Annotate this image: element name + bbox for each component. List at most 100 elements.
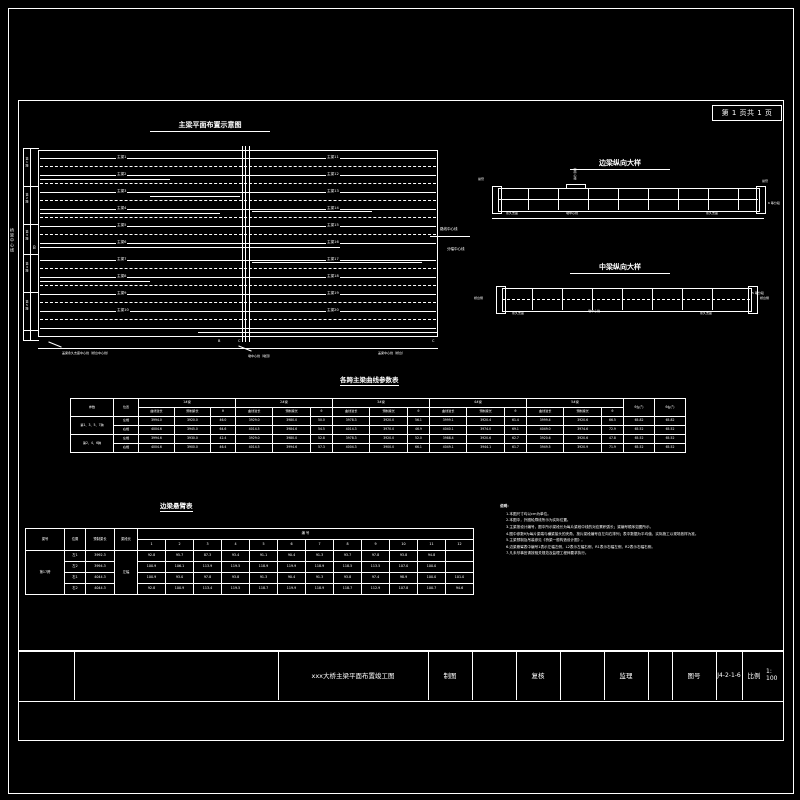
cell-value: 52.8: [309, 434, 334, 444]
cell-value: 93.8: [333, 572, 362, 584]
cell-value: 61.7: [503, 443, 528, 453]
th-beam-group: 5#梁: [526, 398, 624, 408]
cell-precast-length: 3994.3: [85, 561, 115, 573]
plan-bottom-right-label: 盖梁中心线（桥台）: [378, 351, 406, 355]
plan-beam-label: 主梁15: [326, 223, 340, 228]
cell-value: 3920.9: [563, 443, 602, 453]
table-header-row: 梁号 位置 预制梁长 梁段长 编 号: [25, 528, 474, 551]
note-item: 7.凡未尽事宜请按相关规范及监理工程师要求执行。: [506, 551, 589, 556]
th-sub: 曲线弦长: [138, 407, 175, 417]
side-beam-right-bearing: 永久支座: [706, 211, 719, 215]
cell-value: 118.7: [249, 583, 278, 595]
cell-value: 90.4: [277, 572, 306, 584]
check-value: [560, 650, 604, 700]
th-sub: 曲线弦长: [428, 407, 468, 417]
plan-beam-label: 主梁4: [116, 206, 128, 211]
mid-beam-dim-label: 5 等分段: [752, 291, 764, 295]
cell-value: 3980.0: [272, 434, 311, 444]
cell-value: 3920.6: [563, 434, 602, 444]
plan-span-label: 第3跨: [25, 230, 29, 240]
note-item: 3.主梁按设计编号，图中所示梁段长为每片梁段中线的对应累积弧长；梁编号顺序如图所…: [506, 524, 654, 529]
th-sub: 预制梁长: [369, 407, 408, 417]
cell-value: 66.1: [406, 443, 431, 453]
th-beam-group: 4#梁: [429, 398, 527, 408]
plan-mark-b: B: [33, 245, 36, 250]
th-beam-group: 1#梁: [138, 398, 236, 408]
mid-beam-left-label: 桥台侧: [474, 296, 484, 300]
cell-value: 3900.0: [369, 443, 408, 453]
drawn-value: [472, 650, 516, 700]
cell-value: 3945.0: [173, 425, 211, 435]
plan-beam-label: 主梁6: [116, 240, 128, 245]
side-beam-left-bearing: 永久支座: [506, 211, 519, 215]
cell-value: 3929.0: [234, 416, 274, 426]
cell-value: 3999.1: [428, 416, 468, 426]
side-beam-mid-label: 墩中心线: [573, 168, 577, 180]
plan-beam-label: 主梁9: [116, 291, 128, 296]
cell-value: 95.7: [165, 550, 194, 562]
cell-position: 左幅: [113, 416, 139, 426]
cell-value: 3930.0: [173, 434, 211, 444]
cell-value: 3980.0: [272, 416, 311, 426]
th-col-number: 7: [305, 539, 334, 551]
cell-value: 93.7: [333, 550, 362, 562]
curve-parameter-table: 参数 位置 1#梁 2#梁 3#梁 4#梁 5#梁 θ左(°) θ右(°) 曲线…: [70, 398, 686, 453]
table-row: 第17跨 左1 3992.3 左幅 92.8 95.7 87.3 93.4 91.1 90.4 91…: [25, 550, 474, 595]
plan-beam-label: 主梁13: [326, 189, 340, 194]
cell-value: 3999.4: [525, 416, 565, 426]
cell-value: 61.4: [503, 416, 528, 426]
plan-beam-label: 主梁1: [116, 155, 128, 160]
cell-value: 3920.6: [563, 416, 602, 426]
th-beam-group: 2#梁: [235, 398, 333, 408]
th-col-number: 3: [193, 539, 222, 551]
plan-beam-label: 主梁18: [326, 274, 340, 279]
cell-value: 100.7: [417, 583, 446, 595]
cell-value: 3978.3: [331, 416, 371, 426]
cell-value: [445, 561, 474, 573]
cell-precast-length: 3992.3: [85, 550, 115, 562]
cell-value: 100.0: [417, 572, 446, 584]
drawn-label: 制图: [443, 672, 457, 680]
plan-mark-b2: B: [218, 339, 221, 343]
cell-value: 66.5: [600, 416, 625, 426]
cell-span-label: 第1、3、5、7跨: [70, 416, 114, 435]
bottom-band: [18, 700, 784, 741]
th-param: 参数: [70, 398, 114, 417]
mid-beam-body: [502, 288, 752, 312]
table-header-row: 参数 位置 1#梁 2#梁 3#梁 4#梁 5#梁 θ左(°) θ右(°): [70, 398, 686, 417]
plan-beam-label: 主梁17: [326, 257, 340, 262]
cantilever-table: 梁号 位置 预制梁长 梁段长 编 号 1 2 3 4 5 6 7 8 9 10 11 12 第17跨左…: [25, 528, 474, 595]
plan-span-label: 第2跨: [25, 193, 29, 203]
cell-theta: 65.82: [654, 416, 686, 426]
cell-value: 90.4: [277, 550, 306, 562]
side-beam-dim-label: 6 等分段: [768, 201, 780, 205]
note-item: 5.主梁预制及吊装参见《桥梁一般构造设计图》。: [506, 538, 585, 543]
th-col-number: 12: [445, 539, 474, 551]
side-beam-right-end-label: 悬臂: [762, 179, 769, 183]
cell-span-label: 第2、4、6跨: [70, 434, 114, 453]
plan-bottom-mid-label: 墩中心线（墩顶）: [248, 354, 273, 358]
table-row: 右1 4044.3 100.9 93.0 97.8 93.8 91.3 90.4 91.3 93.…: [26, 572, 474, 584]
plan-beam-label: 主梁19: [326, 291, 340, 296]
cell-value: 107.0: [389, 561, 418, 573]
cell-value: 4014.5: [234, 443, 274, 453]
th-col-number: 8: [333, 539, 362, 551]
cell-segment-length: 左幅: [114, 550, 138, 595]
cell-value: 3949.5: [525, 443, 565, 453]
cell-value: 3944.1: [466, 443, 505, 453]
th-beam-no: 梁号: [25, 528, 65, 551]
plan-mid-note: 分幅中心线: [447, 247, 465, 251]
th-sub: 预制梁长: [173, 407, 211, 417]
mid-beam-mid-label: 墩中心线: [588, 309, 601, 313]
cell-value: 107.8: [389, 583, 418, 595]
cell-value: 94.6: [445, 583, 474, 595]
plan-beam-label: 主梁8: [116, 274, 128, 279]
cell-theta: 65.52: [654, 434, 686, 444]
cell-value: 3978.3: [331, 434, 371, 444]
cell-value: 93.8: [389, 550, 418, 562]
th-col-number: 2: [165, 539, 194, 551]
cell-value: 46.0: [209, 416, 237, 426]
th-pos: 位置: [113, 398, 139, 417]
th-sub: 曲线弦长: [331, 407, 371, 417]
cell-value: 3920.0: [369, 434, 408, 444]
